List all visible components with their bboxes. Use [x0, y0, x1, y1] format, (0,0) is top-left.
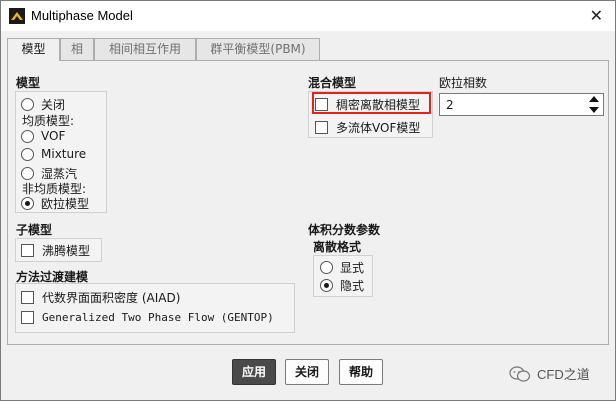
homogeneous-label: 均质模型:	[22, 114, 75, 128]
volume-fraction-title: 体积分数参数	[308, 223, 381, 237]
tab-phases[interactable]: 相	[60, 38, 94, 60]
watermark-text: CFD之道	[537, 367, 590, 382]
radio-explicit-label: 显式	[340, 261, 365, 275]
title-bar: Multiphase Model ✕	[1, 1, 615, 31]
radio-vof-label: VOF	[41, 129, 66, 143]
checkbox-multifluid-vof[interactable]: 多流体VOF模型	[315, 119, 420, 136]
radio-vof[interactable]: VOF	[21, 129, 65, 143]
radio-explicit-indicator[interactable]	[320, 261, 333, 274]
radio-mixture-label: Mixture	[41, 147, 87, 161]
app-logo-icon	[9, 8, 25, 24]
checkbox-boiling[interactable]: 沸腾模型	[21, 242, 90, 259]
apply-button[interactable]: 应用	[232, 359, 276, 385]
radio-wet-steam-indicator[interactable]	[21, 167, 34, 180]
euler-phases-label: 欧拉相数	[439, 76, 488, 90]
checkbox-boiling-box[interactable]	[21, 244, 34, 257]
radio-implicit-indicator[interactable]	[320, 279, 333, 292]
close-window-icon[interactable]: ✕	[590, 6, 603, 25]
watermark: CFD之道	[509, 364, 590, 383]
checkbox-gentop[interactable]: Generalized Two Phase Flow (GENTOP)	[21, 311, 274, 324]
euler-phases-spinner[interactable]: 2	[439, 93, 604, 116]
radio-off-label: 关闭	[41, 98, 66, 112]
checkbox-dense-discrete[interactable]: 稠密离散相模型	[315, 96, 420, 113]
checkbox-gentop-box[interactable]	[21, 311, 34, 324]
model-section-title: 模型	[16, 76, 41, 90]
tab-population-balance[interactable]: 群平衡模型(PBM)	[196, 38, 320, 60]
window-title: Multiphase Model	[31, 8, 133, 23]
mixture-model-title: 混合模型	[308, 76, 357, 90]
radio-explicit[interactable]: 显式	[320, 259, 364, 276]
spin-down-icon[interactable]	[589, 107, 599, 113]
checkbox-dense-discrete-label: 稠密离散相模型	[336, 98, 421, 112]
checkbox-gentop-label: Generalized Two Phase Flow (GENTOP)	[42, 311, 274, 324]
radio-off-indicator[interactable]	[21, 98, 34, 111]
checkbox-multifluid-vof-label: 多流体VOF模型	[336, 121, 421, 135]
checkbox-multifluid-vof-box[interactable]	[315, 121, 328, 134]
close-button[interactable]: 关闭	[285, 359, 329, 385]
help-button[interactable]: 帮助	[339, 359, 383, 385]
wechat-icon	[509, 365, 531, 382]
radio-euler-label: 欧拉模型	[41, 197, 90, 211]
tab-phase-interaction[interactable]: 相间相互作用	[94, 38, 196, 60]
checkbox-aiad-label: 代数界面面积密度 (AIAD)	[42, 291, 181, 305]
radio-mixture[interactable]: Mixture	[21, 147, 86, 161]
checkbox-boiling-label: 沸腾模型	[42, 244, 91, 258]
spin-up-icon[interactable]	[589, 96, 599, 102]
radio-vof-indicator[interactable]	[21, 129, 34, 143]
sub-model-title: 子模型	[16, 223, 53, 237]
tab-model[interactable]: 模型	[7, 38, 60, 61]
model-panel: 模型 关闭 均质模型: VOF Mixture 湿蒸汽 非均质模型: 欧拉模型 …	[7, 60, 609, 345]
euler-phases-value[interactable]: 2	[446, 98, 454, 112]
checkbox-aiad-box[interactable]	[21, 291, 34, 304]
discretization-scheme-label: 离散格式	[313, 240, 362, 254]
radio-implicit-label: 隐式	[340, 279, 365, 293]
checkbox-aiad[interactable]: 代数界面面积密度 (AIAD)	[21, 289, 180, 306]
radio-mixture-indicator[interactable]	[21, 147, 34, 161]
radio-off[interactable]: 关闭	[21, 96, 65, 113]
radio-euler[interactable]: 欧拉模型	[21, 195, 89, 212]
radio-euler-indicator[interactable]	[21, 197, 34, 210]
multiphase-model-dialog: Multiphase Model ✕ 模型 相 相间相互作用 群平衡模型(PBM…	[0, 0, 616, 401]
checkbox-dense-discrete-box[interactable]	[315, 98, 328, 111]
radio-implicit[interactable]: 隐式	[320, 277, 364, 294]
